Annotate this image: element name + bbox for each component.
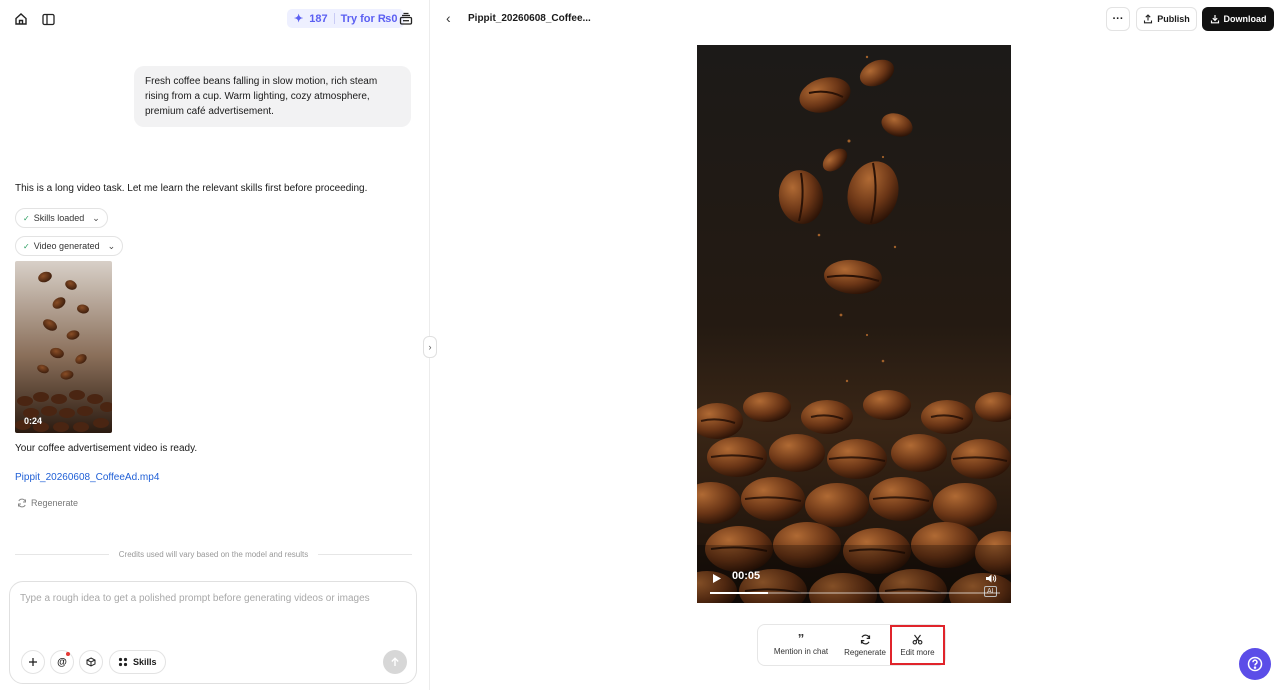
download-button[interactable]: Download xyxy=(1202,7,1274,31)
cube-icon xyxy=(86,657,96,667)
prompt-input[interactable] xyxy=(20,593,408,633)
scissors-icon xyxy=(912,634,923,645)
video-thumbnail[interactable]: 0:24 xyxy=(15,261,112,433)
video-current-time: 00:05 xyxy=(732,570,761,582)
regenerate-video-button[interactable]: Regenerate xyxy=(840,625,890,665)
skills-grid-icon xyxy=(118,657,128,667)
chevron-down-icon: ⌄ xyxy=(107,240,116,251)
coffee-thumbnail-image xyxy=(15,261,112,433)
back-chevron-icon[interactable]: ‹ xyxy=(446,10,451,26)
refresh-icon xyxy=(860,634,870,644)
play-icon[interactable] xyxy=(712,573,722,584)
regenerate-label: Regenerate xyxy=(31,498,79,508)
divider-line xyxy=(15,553,109,555)
video-progress-fill xyxy=(710,592,768,594)
edit-more-button[interactable]: Edit more xyxy=(890,625,945,665)
volume-icon[interactable] xyxy=(985,573,997,584)
at-sign-icon: @ xyxy=(57,656,67,668)
help-button[interactable] xyxy=(1239,648,1271,680)
mention-in-chat-button[interactable]: ” Mention in chat xyxy=(768,625,834,665)
download-icon xyxy=(1210,15,1219,24)
video-controls: 00:05 AI xyxy=(697,563,1011,603)
more-options-button[interactable]: ··· xyxy=(1106,7,1130,31)
chat-topbar: ✦ 187 Try for ₨0 xyxy=(0,0,430,38)
video-progress-bar[interactable] xyxy=(710,592,1000,594)
plus-icon xyxy=(29,658,37,666)
send-button[interactable] xyxy=(383,650,407,674)
model-select-button[interactable] xyxy=(79,650,103,674)
chevron-down-icon: ⌄ xyxy=(92,212,100,223)
video-action-bar: ” Mention in chat Regenerate Edit more xyxy=(757,624,946,666)
sidebar-toggle-icon[interactable] xyxy=(37,8,59,30)
regenerate-link[interactable]: Regenerate xyxy=(17,498,78,508)
credits-divider xyxy=(333,13,335,24)
preview-panel: ‹ Pippit_20260608_Coffee... ··· Publish … xyxy=(431,0,1280,690)
skills-loaded-label: Skills loaded xyxy=(33,213,85,223)
assistant-intro-text: This is a long video task. Let me learn … xyxy=(15,183,368,194)
video-file-link[interactable]: Pippit_20260608_CoffeeAd.mp4 xyxy=(15,472,159,483)
app-root: ✦ 187 Try for ₨0 Fresh coffee beans fall… xyxy=(0,0,1280,690)
history-stack-icon[interactable] xyxy=(395,8,417,30)
quote-icon: ” xyxy=(797,631,805,646)
video-generated-pill[interactable]: ✓ Video generated ⌄ xyxy=(15,236,124,256)
help-icon xyxy=(1247,656,1263,672)
add-attachment-button[interactable] xyxy=(21,650,45,674)
video-generated-label: Video generated xyxy=(33,241,100,251)
try-free-link[interactable]: Try for ₨0 xyxy=(341,13,398,25)
video-ready-text: Your coffee advertisement video is ready… xyxy=(15,443,198,454)
skills-button[interactable]: Skills xyxy=(109,650,166,674)
divider-line xyxy=(318,553,412,555)
skills-loaded-pill[interactable]: ✓ Skills loaded ⌄ xyxy=(15,208,108,228)
credits-note: Credits used will vary based on the mode… xyxy=(118,549,309,559)
check-icon: ✓ xyxy=(23,213,30,223)
sparkle-icon: ✦ xyxy=(294,13,304,25)
credits-count: 187 xyxy=(309,12,328,25)
upload-icon xyxy=(1144,14,1153,24)
publish-label: Publish xyxy=(1157,14,1190,24)
coffee-video-frame xyxy=(697,45,1011,603)
refresh-icon xyxy=(18,498,26,508)
skills-label: Skills xyxy=(133,657,157,667)
mention-in-chat-label: Mention in chat xyxy=(773,647,829,656)
mention-button[interactable]: @ xyxy=(50,650,74,674)
credits-note-divider: Credits used will vary based on the mode… xyxy=(15,549,412,559)
video-duration: 0:24 xyxy=(24,416,43,426)
publish-button[interactable]: Publish xyxy=(1136,7,1197,31)
video-player[interactable]: 00:05 AI xyxy=(697,45,1011,603)
chat-panel: ✦ 187 Try for ₨0 Fresh coffee beans fall… xyxy=(0,0,430,690)
arrow-up-icon xyxy=(391,657,399,666)
home-icon[interactable] xyxy=(10,8,32,30)
download-label: Download xyxy=(1223,14,1267,24)
ellipsis-icon: ··· xyxy=(1112,13,1124,25)
preview-title: Pippit_20260608_Coffee... xyxy=(468,13,591,24)
regenerate-video-label: Regenerate xyxy=(844,647,886,657)
prompt-composer: @ Skills xyxy=(9,581,417,684)
notification-dot xyxy=(66,652,70,656)
edit-more-label: Edit more xyxy=(900,647,935,657)
check-icon: ✓ xyxy=(23,241,30,251)
user-message-bubble: Fresh coffee beans falling in slow motio… xyxy=(134,66,411,127)
credits-badge[interactable]: ✦ 187 Try for ₨0 xyxy=(287,9,405,28)
